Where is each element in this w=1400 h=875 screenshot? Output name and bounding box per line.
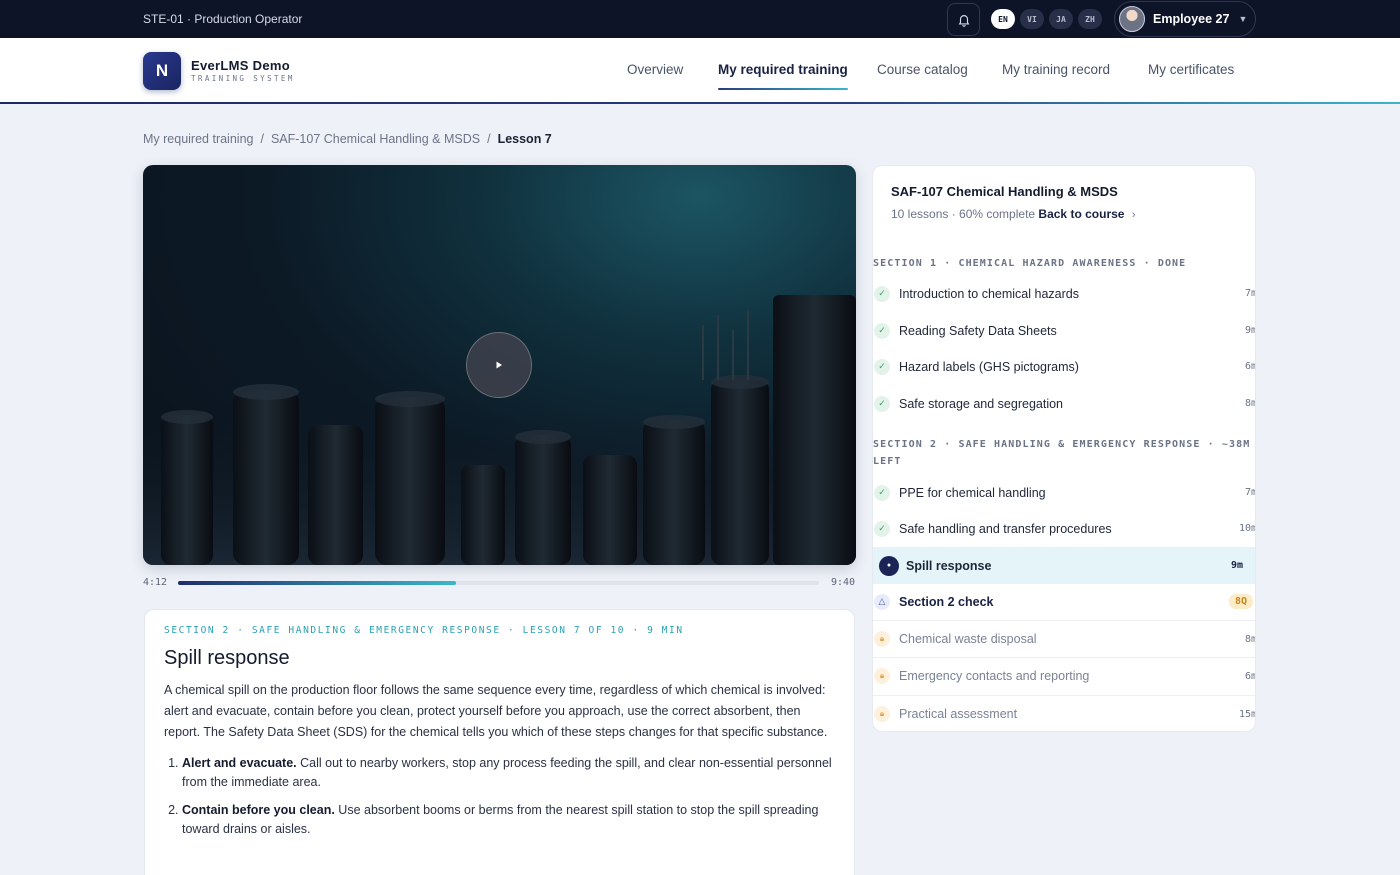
quiz-item[interactable]: △ Section 2 check 8Q (873, 583, 1255, 620)
language-ja[interactable]: JA (1049, 9, 1073, 29)
lesson-item-label: Reading Safety Data Sheets (899, 323, 1057, 338)
lesson-item-label: Chemical waste disposal (899, 632, 1037, 646)
lesson-item-current[interactable]: ● Spill response 9m (873, 547, 1255, 584)
duration: 9:40 (831, 577, 856, 588)
language-zh[interactable]: ZH (1078, 9, 1102, 29)
play-button[interactable] (466, 332, 532, 398)
video-player[interactable] (143, 165, 856, 565)
check-icon: ✓ (874, 358, 890, 375)
progress-bar-fill (178, 581, 457, 585)
section-heading: SECTION 2 · SAFE HANDLING & EMERGENCY RE… (873, 439, 1251, 467)
lesson-item-duration: 9m (1244, 325, 1256, 336)
nav-my-required-training[interactable]: My required training (718, 62, 848, 90)
lesson-item-duration: 6m (1244, 361, 1256, 372)
breadcrumb-separator: / (487, 132, 491, 146)
nav-course-catalog[interactable]: Course catalog (877, 62, 968, 77)
lesson-item-label: Hazard labels (GHS pictograms) (899, 359, 1079, 374)
lesson-item-duration: 8m (1244, 398, 1256, 409)
lesson-item-label: Safe storage and segregation (899, 396, 1064, 411)
breadcrumb-course[interactable]: SAF-107 Chemical Handling & MSDS (271, 132, 480, 146)
breadcrumb-separator: / (260, 132, 264, 146)
lesson-item-duration: 8m (1244, 633, 1256, 645)
lock-icon: 🔒︎ (874, 706, 890, 722)
lesson-item[interactable]: ✓ PPE for chemical handling 7m (873, 474, 1256, 511)
quiz-triangle-icon: △ (874, 593, 890, 610)
progress-bar[interactable] (178, 581, 819, 585)
breadcrumb-required-training[interactable]: My required training (143, 132, 253, 146)
check-icon: ✓ (874, 322, 890, 339)
notifications-button[interactable] (947, 3, 980, 36)
check-icon: ✓ (874, 484, 890, 501)
check-icon: ✓ (874, 395, 890, 412)
chevron-right-icon: › (1131, 209, 1136, 221)
language-vi[interactable]: VI (1020, 9, 1044, 29)
lesson-item-duration: 7m (1244, 487, 1256, 498)
lesson-item-label: Introduction to chemical hazards (899, 286, 1079, 301)
user-name: Employee 27 (1153, 12, 1230, 26)
lesson-kicker: SECTION 2 · SAFE HANDLING & EMERGENCY RE… (164, 625, 684, 636)
back-to-course-link[interactable]: Back to course (1038, 207, 1124, 221)
lesson-item-locked: 🔒︎ Chemical waste disposal 8m (873, 620, 1256, 657)
course-progress: 10 lessons · 60% complete (891, 207, 1036, 221)
nav-overview[interactable]: Overview (627, 62, 683, 77)
breadcrumb: My required training / SAF-107 Chemical … (143, 132, 552, 146)
lesson-item-label: Practical assessment (899, 707, 1018, 721)
lesson-content: SECTION 2 · SAFE HANDLING & EMERGENCY RE… (144, 609, 855, 875)
course-outline-panel: SAF-107 Chemical Handling & MSDS 10 less… (872, 165, 1256, 732)
lesson-step: Alert and evacuate. Call out to nearby w… (182, 754, 835, 792)
nav-my-training-record[interactable]: My training record (1002, 62, 1110, 77)
lesson-item[interactable]: ✓ Hazard labels (GHS pictograms) 6m (873, 348, 1256, 385)
lesson-item-duration: 15m (1238, 708, 1256, 720)
user-menu[interactable]: Employee 27 ▼ (1114, 1, 1256, 37)
lesson-item-label: Emergency contacts and reporting (899, 669, 1090, 683)
lesson-item-locked: 🔒︎ Emergency contacts and reporting 6m (873, 657, 1256, 694)
lesson-steps: Alert and evacuate. Call out to nearby w… (164, 754, 835, 839)
language-en[interactable]: EN (991, 9, 1015, 29)
quiz-question-count: 8Q (1228, 594, 1253, 609)
lesson-item-duration: 10m (1238, 523, 1256, 534)
lesson-item-duration: 9m (1230, 560, 1243, 571)
lesson-item[interactable]: ✓ Introduction to chemical hazards 7m (873, 275, 1256, 312)
language-switcher: EN VI JA ZH (991, 9, 1102, 29)
logo[interactable]: N (143, 52, 181, 90)
section-heading: SECTION 1 · CHEMICAL HAZARD AWARENESS · … (873, 258, 1187, 269)
lesson-item-label: Spill response (906, 558, 992, 573)
step-title: Alert and evacuate. (182, 756, 297, 770)
lesson-item-duration: 6m (1244, 670, 1256, 682)
current-time: 4:12 (143, 577, 168, 588)
play-icon (496, 361, 502, 369)
lesson-item-label: PPE for chemical handling (899, 485, 1046, 500)
brand-name: EverLMS Demo (191, 58, 290, 73)
step-title: Contain before you clean. (182, 803, 335, 817)
lesson-item[interactable]: ✓ Safe storage and segregation 8m (873, 385, 1256, 422)
lesson-item[interactable]: ✓ Reading Safety Data Sheets 9m (873, 312, 1256, 349)
lock-icon: 🔒︎ (874, 668, 890, 684)
lesson-step: Contain before you clean. Use absorbent … (182, 801, 835, 839)
bell-icon (958, 14, 969, 27)
chevron-down-icon: ▼ (1238, 14, 1248, 24)
check-icon: ✓ (874, 285, 890, 302)
lesson-intro: A chemical spill on the production floor… (164, 683, 828, 739)
lesson-item[interactable]: ✓ Safe handling and transfer procedures … (873, 510, 1256, 547)
breadcrumb-current: Lesson 7 (497, 132, 552, 146)
main-header: N EverLMS Demo TRAINING SYSTEM Overview … (0, 38, 1400, 104)
lesson-title: Spill response (164, 647, 290, 669)
quiz-item-label: Section 2 check (899, 594, 994, 609)
nav-my-certificates[interactable]: My certificates (1148, 62, 1234, 77)
top-bar: STE-01 · Production Operator EN VI JA ZH… (0, 0, 1400, 38)
lesson-item-duration: 7m (1244, 288, 1256, 299)
brand-subtitle: TRAINING SYSTEM (191, 74, 295, 83)
check-icon: ✓ (874, 520, 890, 537)
course-title: SAF-107 Chemical Handling & MSDS (891, 184, 1118, 199)
station-label: STE-01 · Production Operator (143, 12, 303, 26)
brand: EverLMS Demo TRAINING SYSTEM (191, 58, 295, 83)
lesson-item-label: Safe handling and transfer procedures (899, 521, 1112, 536)
course-meta: 10 lessons · 60% complete Back to course… (891, 207, 1135, 221)
now-playing-icon: ● (879, 555, 899, 576)
lock-icon: 🔒︎ (874, 631, 890, 647)
lesson-item-locked: 🔒︎ Practical assessment 15m (873, 695, 1256, 731)
avatar (1119, 6, 1145, 32)
